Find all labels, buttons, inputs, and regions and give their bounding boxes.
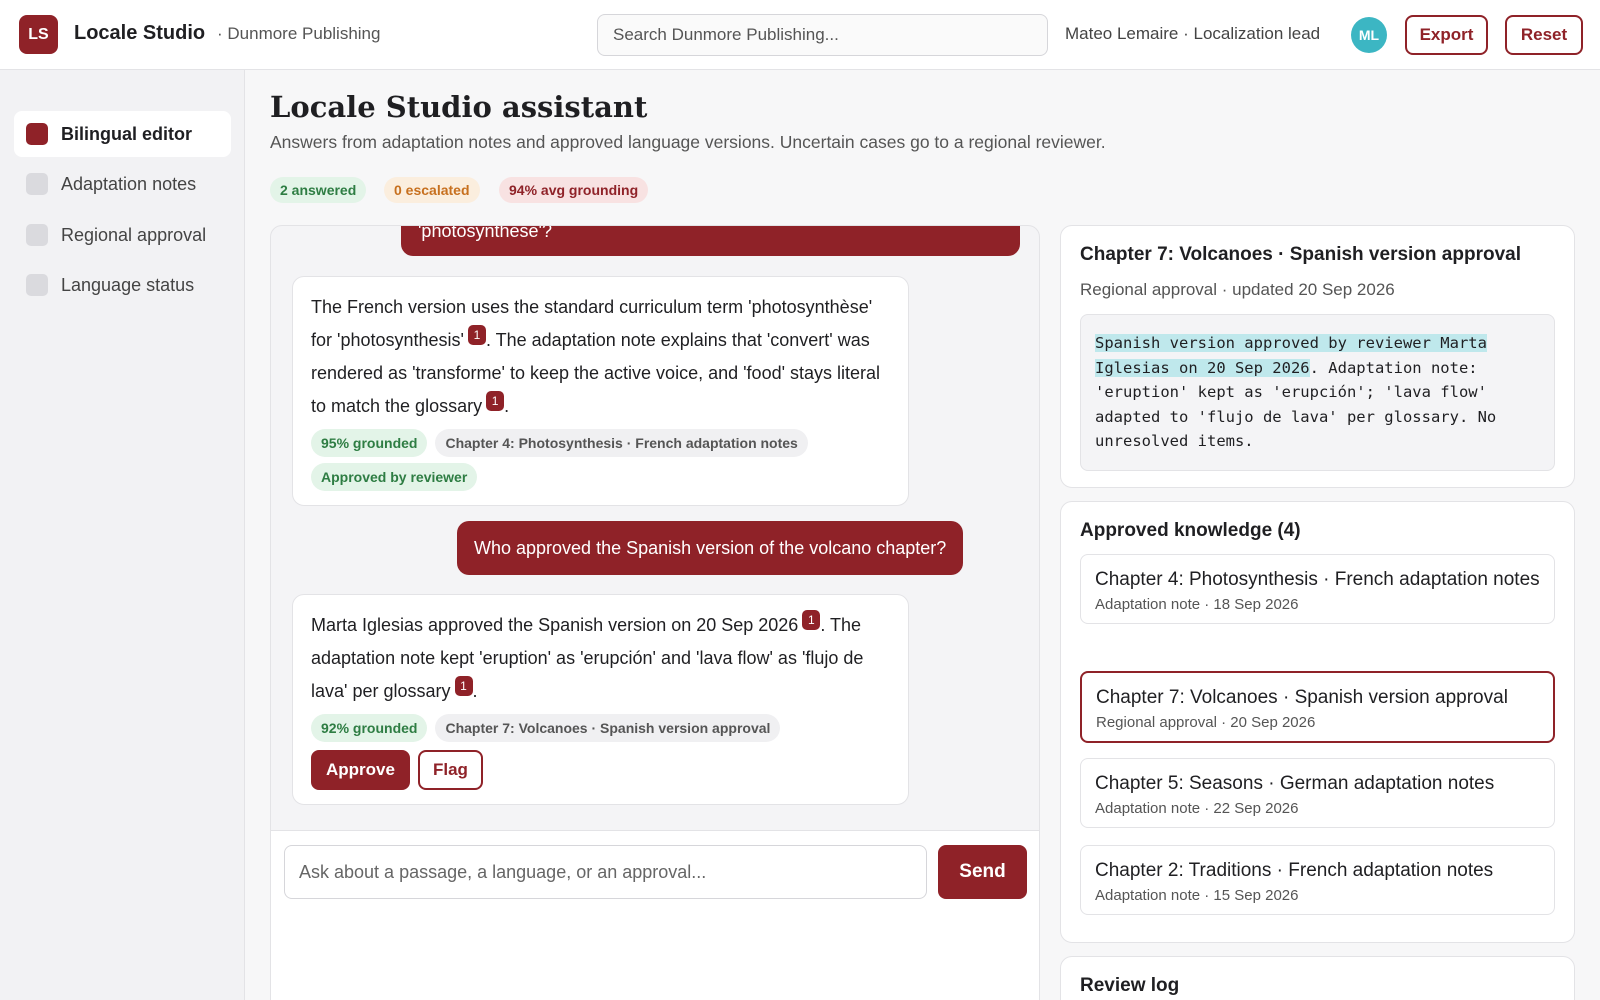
knowledge-item-meta: Regional approval · 20 Sep 2026 (1096, 714, 1316, 731)
sidebar-item-adaptation-notes[interactable]: Adaptation notes (14, 161, 231, 207)
user-message: 'photosynthese'? (401, 225, 1020, 256)
knowledge-item[interactable]: Chapter 4: Photosynthesis · French adapt… (1080, 554, 1555, 624)
sidebar-item-language-status[interactable]: Language status (14, 262, 231, 308)
source-excerpt: Spanish version approved by reviewer Mar… (1080, 314, 1555, 471)
escalated-badge: 0 escalated (384, 177, 480, 203)
top-bar: LS Locale Studio · Dunmore Publishing Ma… (0, 0, 1600, 70)
source-chip[interactable]: Chapter 7: Volcanoes · Spanish version a… (435, 714, 781, 742)
answer-tags: 92% grounded Chapter 7: Volcanoes · Span… (311, 714, 890, 742)
knowledge-item[interactable]: Chapter 5: Seasons · German adaptation n… (1080, 758, 1555, 828)
user-message-text: Who approved the Spanish version of the … (474, 537, 947, 558)
grounding-badge: 94% avg grounding (499, 177, 649, 203)
sidebar-item-label: Adaptation notes (61, 173, 197, 194)
flag-button[interactable]: Flag (417, 750, 483, 790)
sidebar-item-bilingual-editor[interactable]: Bilingual editor (14, 111, 231, 157)
answer-text: Marta Iglesias approved the Spanish vers… (311, 609, 890, 708)
source-chip[interactable]: Chapter 4: Photosynthesis · French adapt… (435, 429, 808, 457)
square-icon (26, 274, 48, 296)
square-icon (26, 224, 48, 246)
composer: Send (271, 830, 1039, 1000)
answer-tags: 95% grounded Chapter 4: Photosynthesis ·… (311, 429, 890, 457)
knowledge-item-meta: Adaptation note · 15 Sep 2026 (1095, 887, 1299, 904)
assistant-answer: Marta Iglesias approved the Spanish vers… (292, 594, 909, 805)
sidebar-item-label: Language status (61, 274, 195, 295)
approve-button[interactable]: Approve (311, 750, 410, 790)
grounded-badge: 92% grounded (311, 714, 428, 742)
citation-marker[interactable]: 1 (802, 610, 821, 630)
knowledge-item-meta: Adaptation note · 22 Sep 2026 (1095, 800, 1299, 817)
ask-input[interactable] (284, 845, 927, 899)
square-icon (26, 123, 48, 145)
citation-marker[interactable]: 1 (486, 391, 505, 411)
approved-knowledge-card: Approved knowledge (4) Chapter 4: Photos… (1060, 501, 1575, 943)
reset-button[interactable]: Reset (1505, 15, 1583, 55)
review-log-card: Review log (1060, 956, 1575, 1000)
assistant-answer: The French version uses the standard cur… (292, 276, 909, 506)
page-subtitle: Answers from adaptation notes and approv… (270, 132, 1106, 152)
export-button[interactable]: Export (1405, 15, 1488, 55)
knowledge-item-name: Chapter 4: Photosynthesis · French adapt… (1095, 569, 1540, 590)
sidebar-item-label: Bilingual editor (61, 123, 193, 144)
user-message: Who approved the Spanish version of the … (457, 521, 964, 575)
answer-status-row: Approved by reviewer (311, 463, 890, 491)
chat-panel: 'photosynthese'? The French version uses… (270, 225, 1040, 1000)
knowledge-item-name: Chapter 2: Traditions · French adaptatio… (1095, 860, 1494, 881)
send-button[interactable]: Send (938, 845, 1027, 899)
page-title: Locale Studio assistant (270, 90, 648, 124)
source-meta: Regional approval · updated 20 Sep 2026 (1080, 280, 1395, 299)
square-icon (26, 173, 48, 195)
app-name: Locale Studio (74, 22, 206, 44)
knowledge-item-name: Chapter 7: Volcanoes · Spanish version a… (1096, 687, 1508, 708)
status-badge: Approved by reviewer (311, 463, 478, 491)
answer-actions: Approve Flag (311, 750, 890, 790)
sidebar-item-regional-approval[interactable]: Regional approval (14, 212, 231, 258)
source-title: Chapter 7: Volcanoes · Spanish version a… (1080, 244, 1521, 265)
citation-marker[interactable]: 1 (454, 676, 473, 696)
knowledge-item[interactable]: Chapter 7: Volcanoes · Spanish version a… (1080, 671, 1555, 743)
sidebar: Bilingual editor Adaptation notes Region… (0, 70, 245, 1000)
org-name: · Dunmore Publishing (217, 24, 381, 43)
user-message-text: 'photosynthese'? (418, 225, 552, 241)
avatar[interactable]: ML (1351, 17, 1387, 53)
grounded-badge: 95% grounded (311, 429, 428, 457)
review-log-title: Review log (1080, 975, 1180, 996)
citation-marker[interactable]: 1 (467, 325, 486, 345)
knowledge-item[interactable]: Chapter 2: Traditions · French adaptatio… (1080, 845, 1555, 915)
source-detail-card: Chapter 7: Volcanoes · Spanish version a… (1060, 225, 1575, 488)
answer-text: The French version uses the standard cur… (311, 297, 881, 416)
knowledge-item-name: Chapter 5: Seasons · German adaptation n… (1095, 773, 1495, 794)
user-label: Mateo Lemaire · Localization lead (1065, 24, 1321, 43)
answered-badge: 2 answered (270, 177, 367, 203)
knowledge-title: Approved knowledge (4) (1080, 520, 1301, 541)
sidebar-item-label: Regional approval (61, 224, 207, 245)
app-logo: LS (19, 15, 58, 54)
knowledge-item-meta: Adaptation note · 18 Sep 2026 (1095, 596, 1299, 613)
search-input[interactable] (597, 14, 1048, 56)
